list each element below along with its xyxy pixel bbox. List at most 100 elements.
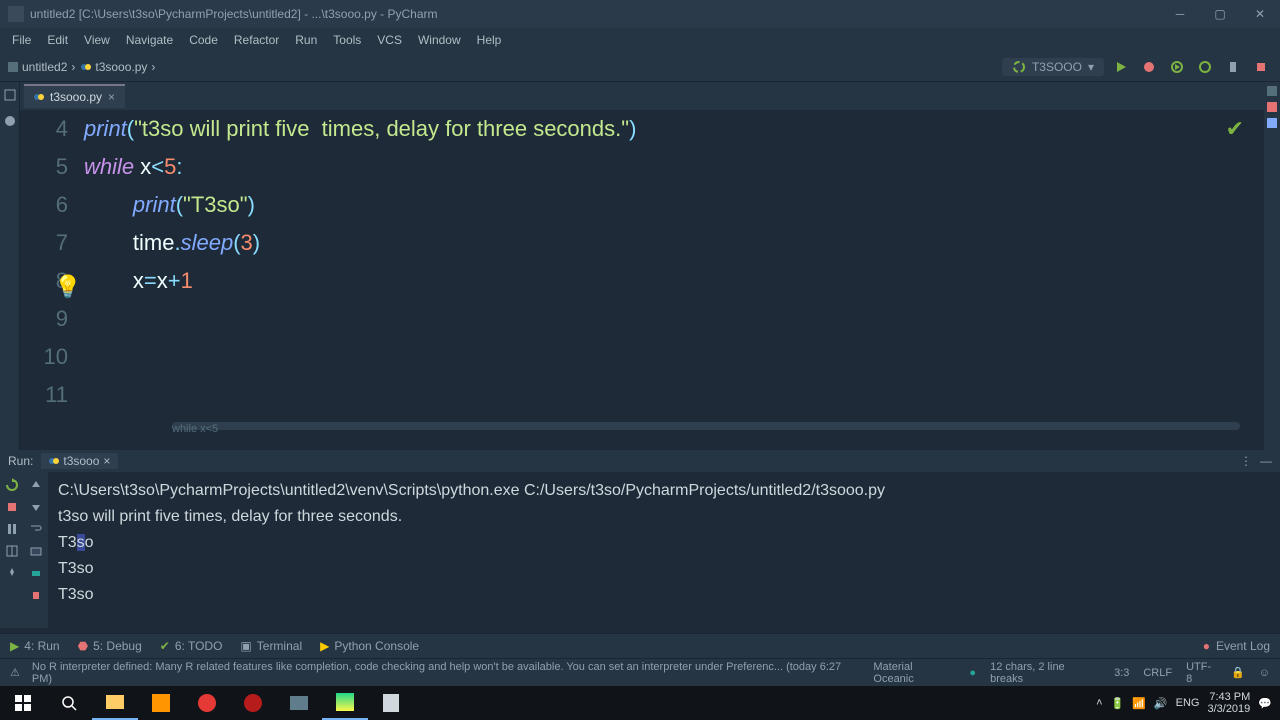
stop-button[interactable] [1250,56,1272,78]
breadcrumb-file[interactable]: t3sooo.py › [81,60,155,74]
menu-file[interactable]: File [4,31,39,49]
scroll-up-icon[interactable] [29,478,43,492]
code-token: x [157,268,168,293]
run-panel-options-icon[interactable]: ⋮ [1240,454,1252,468]
run-config-selector[interactable]: T3SOOO ▾ [1002,58,1104,76]
run-panel-tab[interactable]: t3sooo × [41,453,118,469]
tool-tab-python-console[interactable]: ▶Python Console [320,639,419,653]
hector-icon[interactable]: ☺ [1259,667,1270,679]
stop-icon[interactable] [5,500,19,514]
menu-vcs[interactable]: VCS [369,31,410,49]
folder-icon [8,62,18,72]
structure-tool-icon[interactable] [3,114,17,128]
tray-wifi-icon[interactable]: 📶 [1132,697,1146,710]
menu-code[interactable]: Code [181,31,226,49]
taskbar-app-5[interactable] [368,686,414,720]
console-line: t3so will print five times, delay for th… [58,504,1270,530]
run-toolbar: T3SOOO ▾ [1002,56,1272,78]
menu-window[interactable]: Window [410,31,469,49]
run-panel-tab-label: t3sooo [63,454,99,468]
search-button[interactable] [46,686,92,720]
layout-icon[interactable] [5,544,19,558]
app-icon [8,6,24,22]
project-tool-icon[interactable] [3,88,17,102]
tray-notifications-icon[interactable]: 💬 [1258,697,1272,710]
tool-tab-debug[interactable]: ⬣5: Debug [78,639,142,653]
tray-chevron-up-icon[interactable]: ˄ [1096,697,1102,709]
editor-tab[interactable]: t3sooo.py × [24,84,125,108]
code-editor[interactable]: 4 5 6 7 8 9 10 11 ✔ print("t3so will pri… [20,110,1264,440]
window-controls: ─ ▢ ✕ [1160,0,1280,28]
tray-language[interactable]: ENG [1176,697,1200,709]
start-button[interactable] [0,686,46,720]
menu-run[interactable]: Run [287,31,325,49]
status-background-task-icon[interactable]: ● [969,667,976,679]
menu-navigate[interactable]: Navigate [118,31,181,49]
window-maximize-button[interactable]: ▢ [1200,0,1240,28]
code-area[interactable]: ✔ print("t3so will print five times, del… [84,110,1264,440]
taskbar-explorer[interactable] [92,686,138,720]
breadcrumb-project-label: untitled2 [22,60,67,74]
code-token: < [151,154,164,179]
attach-button[interactable] [1222,56,1244,78]
tool-tab-terminal[interactable]: ▣Terminal [240,639,302,653]
lock-icon[interactable]: 🔒 [1231,666,1245,679]
breadcrumb-project[interactable]: untitled2 › [8,60,75,74]
code-token: "t3so will print five times, delay for t… [134,116,629,141]
tray-clock[interactable]: 7:43 PM 3/3/2019 [1207,691,1250,715]
editor-breadcrumb[interactable]: while x<5 [172,410,218,448]
line-number: 11 [20,376,68,414]
tool-tab-run[interactable]: ▶4: Run [10,639,60,653]
pause-icon[interactable] [5,522,19,536]
run-config-label: T3SOOO [1032,60,1082,74]
intention-bulb-icon[interactable]: 💡 [54,268,81,306]
tool-tab-event-log[interactable]: Event Log [1216,639,1270,653]
coverage-button[interactable] [1166,56,1188,78]
taskbar-app-1[interactable] [138,686,184,720]
editor-tab-label: t3sooo.py [50,90,102,104]
print-icon[interactable] [29,566,43,580]
rerun-icon[interactable] [5,478,19,492]
run-panel-hide-button[interactable]: — [1260,454,1272,468]
window-minimize-button[interactable]: ─ [1160,0,1200,28]
taskbar-app-3[interactable] [230,686,276,720]
chevron-right-icon: › [151,60,155,74]
screenshot-icon[interactable] [29,544,43,558]
sciview-tool-icon[interactable] [1267,102,1277,112]
menu-tools[interactable]: Tools [325,31,369,49]
close-tab-button[interactable]: × [103,454,110,468]
menu-refactor[interactable]: Refactor [226,31,287,49]
status-message[interactable]: No R interpreter defined: Many R related… [32,661,862,685]
close-tab-button[interactable]: × [108,90,115,104]
code-token: x [140,154,151,179]
tool-tab-todo[interactable]: ✔6: TODO [160,639,223,653]
scroll-down-icon[interactable] [29,500,43,514]
code-token: x [133,268,144,293]
pin-icon[interactable] [5,566,19,580]
taskbar-app-2[interactable] [184,686,230,720]
line-number: 4 [20,110,68,148]
taskbar-pycharm[interactable] [322,686,368,720]
debug-button[interactable] [1138,56,1160,78]
database-tool-icon[interactable] [1267,86,1277,96]
code-token: while [84,154,134,179]
tray-volume-icon[interactable]: 🔊 [1154,697,1168,710]
tray-battery-icon[interactable]: 🔋 [1111,697,1125,710]
window-close-button[interactable]: ✕ [1240,0,1280,28]
trash-icon[interactable] [29,588,43,602]
editor-horizontal-scrollbar[interactable] [172,422,1240,430]
menu-view[interactable]: View [76,31,118,49]
code-token: "T3so" [183,192,248,217]
profile-button[interactable] [1194,56,1216,78]
menu-help[interactable]: Help [469,31,510,49]
status-encoding[interactable]: UTF-8 [1186,661,1217,685]
run-button[interactable] [1110,56,1132,78]
status-line-separator[interactable]: CRLF [1143,667,1172,679]
status-theme[interactable]: Material Oceanic [873,661,955,685]
line-number: 7 [20,224,68,262]
console-output[interactable]: C:\Users\t3so\PycharmProjects\untitled2\… [48,472,1280,628]
menu-edit[interactable]: Edit [39,31,76,49]
taskbar-app-4[interactable] [276,686,322,720]
soft-wrap-icon[interactable] [29,522,43,536]
r-tool-icon[interactable] [1267,118,1277,128]
